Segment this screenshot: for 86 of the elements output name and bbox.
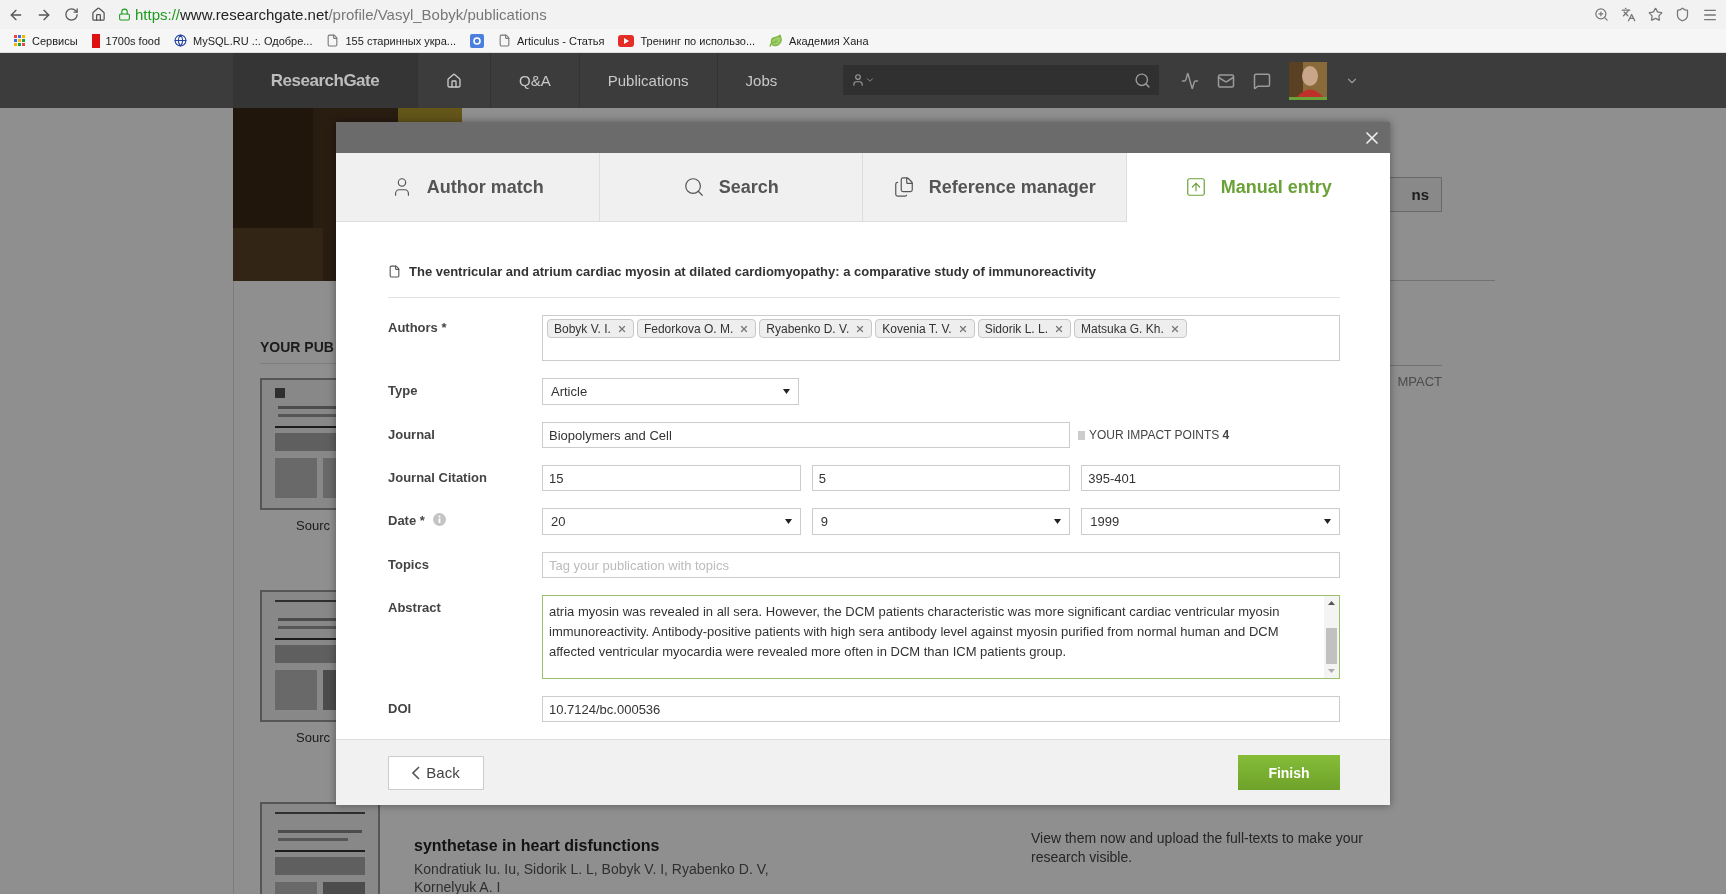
activity-icon[interactable] [1181,71,1200,90]
bookmark[interactable]: Articulus - Статья [498,34,605,47]
source-label: Sourc [296,518,330,533]
field-label: Authors * [388,320,447,335]
text-field[interactable]: 395-401 [1081,465,1340,491]
authors-field[interactable]: Bobyk V. I. Fedorkova O. M. Ryabenko D. V. Kovenia T. V. Sidorik L. L. Matsuka G. Kh. [542,315,1340,361]
search-icon [682,176,705,198]
back-button[interactable]: Back [388,755,484,790]
caret-icon [1054,519,1062,524]
logo[interactable]: ResearchGate [233,53,417,108]
play-icon [618,34,635,47]
text-field[interactable]: Biopolymers and Cell [542,422,1070,448]
text-field[interactable]: 15 [542,465,801,491]
chat-icon[interactable] [1253,71,1272,90]
home-icon [446,72,462,89]
source-label: Sourc [296,730,330,745]
field-label: Topics [388,557,429,572]
field-label: Journal Citation [388,470,487,485]
chevron-left-icon [412,765,421,780]
bookmark[interactable]: Сервисы [14,34,78,47]
select-field[interactable]: 1999 [1081,508,1340,535]
mail-icon[interactable] [1217,71,1236,90]
field-label: Type [388,383,418,398]
star-icon[interactable] [1648,7,1663,22]
close-icon [1169,323,1180,334]
text-field[interactable]: 5 [811,465,1071,491]
home-icon[interactable] [91,7,106,22]
close-icon [1054,323,1065,334]
bookmark-icon [470,33,484,48]
promo-text: View them now and upload the full-texts to make your research visible. [1031,829,1365,867]
select-field[interactable]: 9 [811,508,1071,535]
tab[interactable]: Search [599,153,863,222]
bookmark[interactable]: 1700s food [91,33,160,48]
zoom-icon[interactable] [1594,7,1609,22]
tab[interactable]: Reference manager [863,153,1127,222]
document-icon [1078,430,1085,440]
reload-icon[interactable] [64,7,79,22]
page-icon [326,34,340,47]
caret-icon [865,75,876,85]
close-icon [957,323,968,334]
document-icon [388,265,401,278]
close-icon [616,323,627,334]
author-tag[interactable]: Fedorkova O. M. [636,319,757,338]
select-field[interactable]: Article [542,378,799,405]
search-icon [1134,71,1152,89]
bookmark[interactable]: Академия Хана [769,33,869,48]
apps-icon [14,34,26,47]
lock-icon [118,8,131,21]
bookmark[interactable]: 155 старинных укра... [326,34,456,47]
author-tag[interactable]: Sidorik L. L. [977,319,1072,338]
close-icon [855,323,866,334]
documents-icon [892,176,915,198]
author-tag[interactable]: Kovenia T. V. [875,319,975,338]
caret-icon [783,389,790,394]
user-icon [851,73,866,87]
field-label: DOI [388,701,412,716]
bookmark-icon [91,33,100,48]
caret-icon [1324,519,1331,524]
shield-icon[interactable] [1675,7,1690,22]
caret-icon [784,519,792,524]
search-field[interactable] [843,65,1160,95]
nav-link[interactable]: Publications [578,53,717,108]
close-icon [739,323,750,334]
publication-title: The ventricular and atrium cardiac myosin at dilated cardiomyopathy: a comparative study of immunoreactivity [409,264,1097,279]
field-label: Journal [388,427,435,442]
impact-points: YOUR IMPACT POINTS 4 [1089,428,1230,442]
field-label: Abstract [388,600,441,615]
abstract-field[interactable]: atria myosin was revealed in all sera. However, the DCM patients characteristic was more significant cardiac ventricular myosin immunoreactivity. Antibody-positive patients with high sera antibody level against myosin purified from normal human and DCM affected ventricular myocardia were revealed more often in DCM than ICM patients group. [542,595,1340,679]
leaf-icon [769,33,784,48]
bookmark[interactable]: MySQL.RU .:. Одобре... [174,34,313,47]
text-field[interactable]: Tag your publication with topics [542,552,1340,578]
nav-link[interactable]: Q&A [490,53,579,108]
select-field[interactable]: 20 [542,508,801,535]
upload-icon [1184,176,1207,198]
nav-link[interactable]: Jobs [716,53,806,108]
author-tag[interactable]: Ryabenko D. V. [759,319,873,338]
tab[interactable]: Author match [336,153,600,222]
globe-icon [174,34,187,47]
field-label: Date * [388,513,425,528]
text-field[interactable]: 10.7124/bc.000536 [542,696,1340,722]
bookmark[interactable]: Тренинг по использо... [618,34,756,47]
author-tag[interactable]: Bobyk V. I. [547,319,634,338]
author-tag[interactable]: Matsuka G. Kh. [1074,319,1187,338]
page-icon [498,34,511,47]
publication-title[interactable]: synthetase in heart disfunctions [414,837,834,855]
translate-icon[interactable] [1621,7,1636,22]
